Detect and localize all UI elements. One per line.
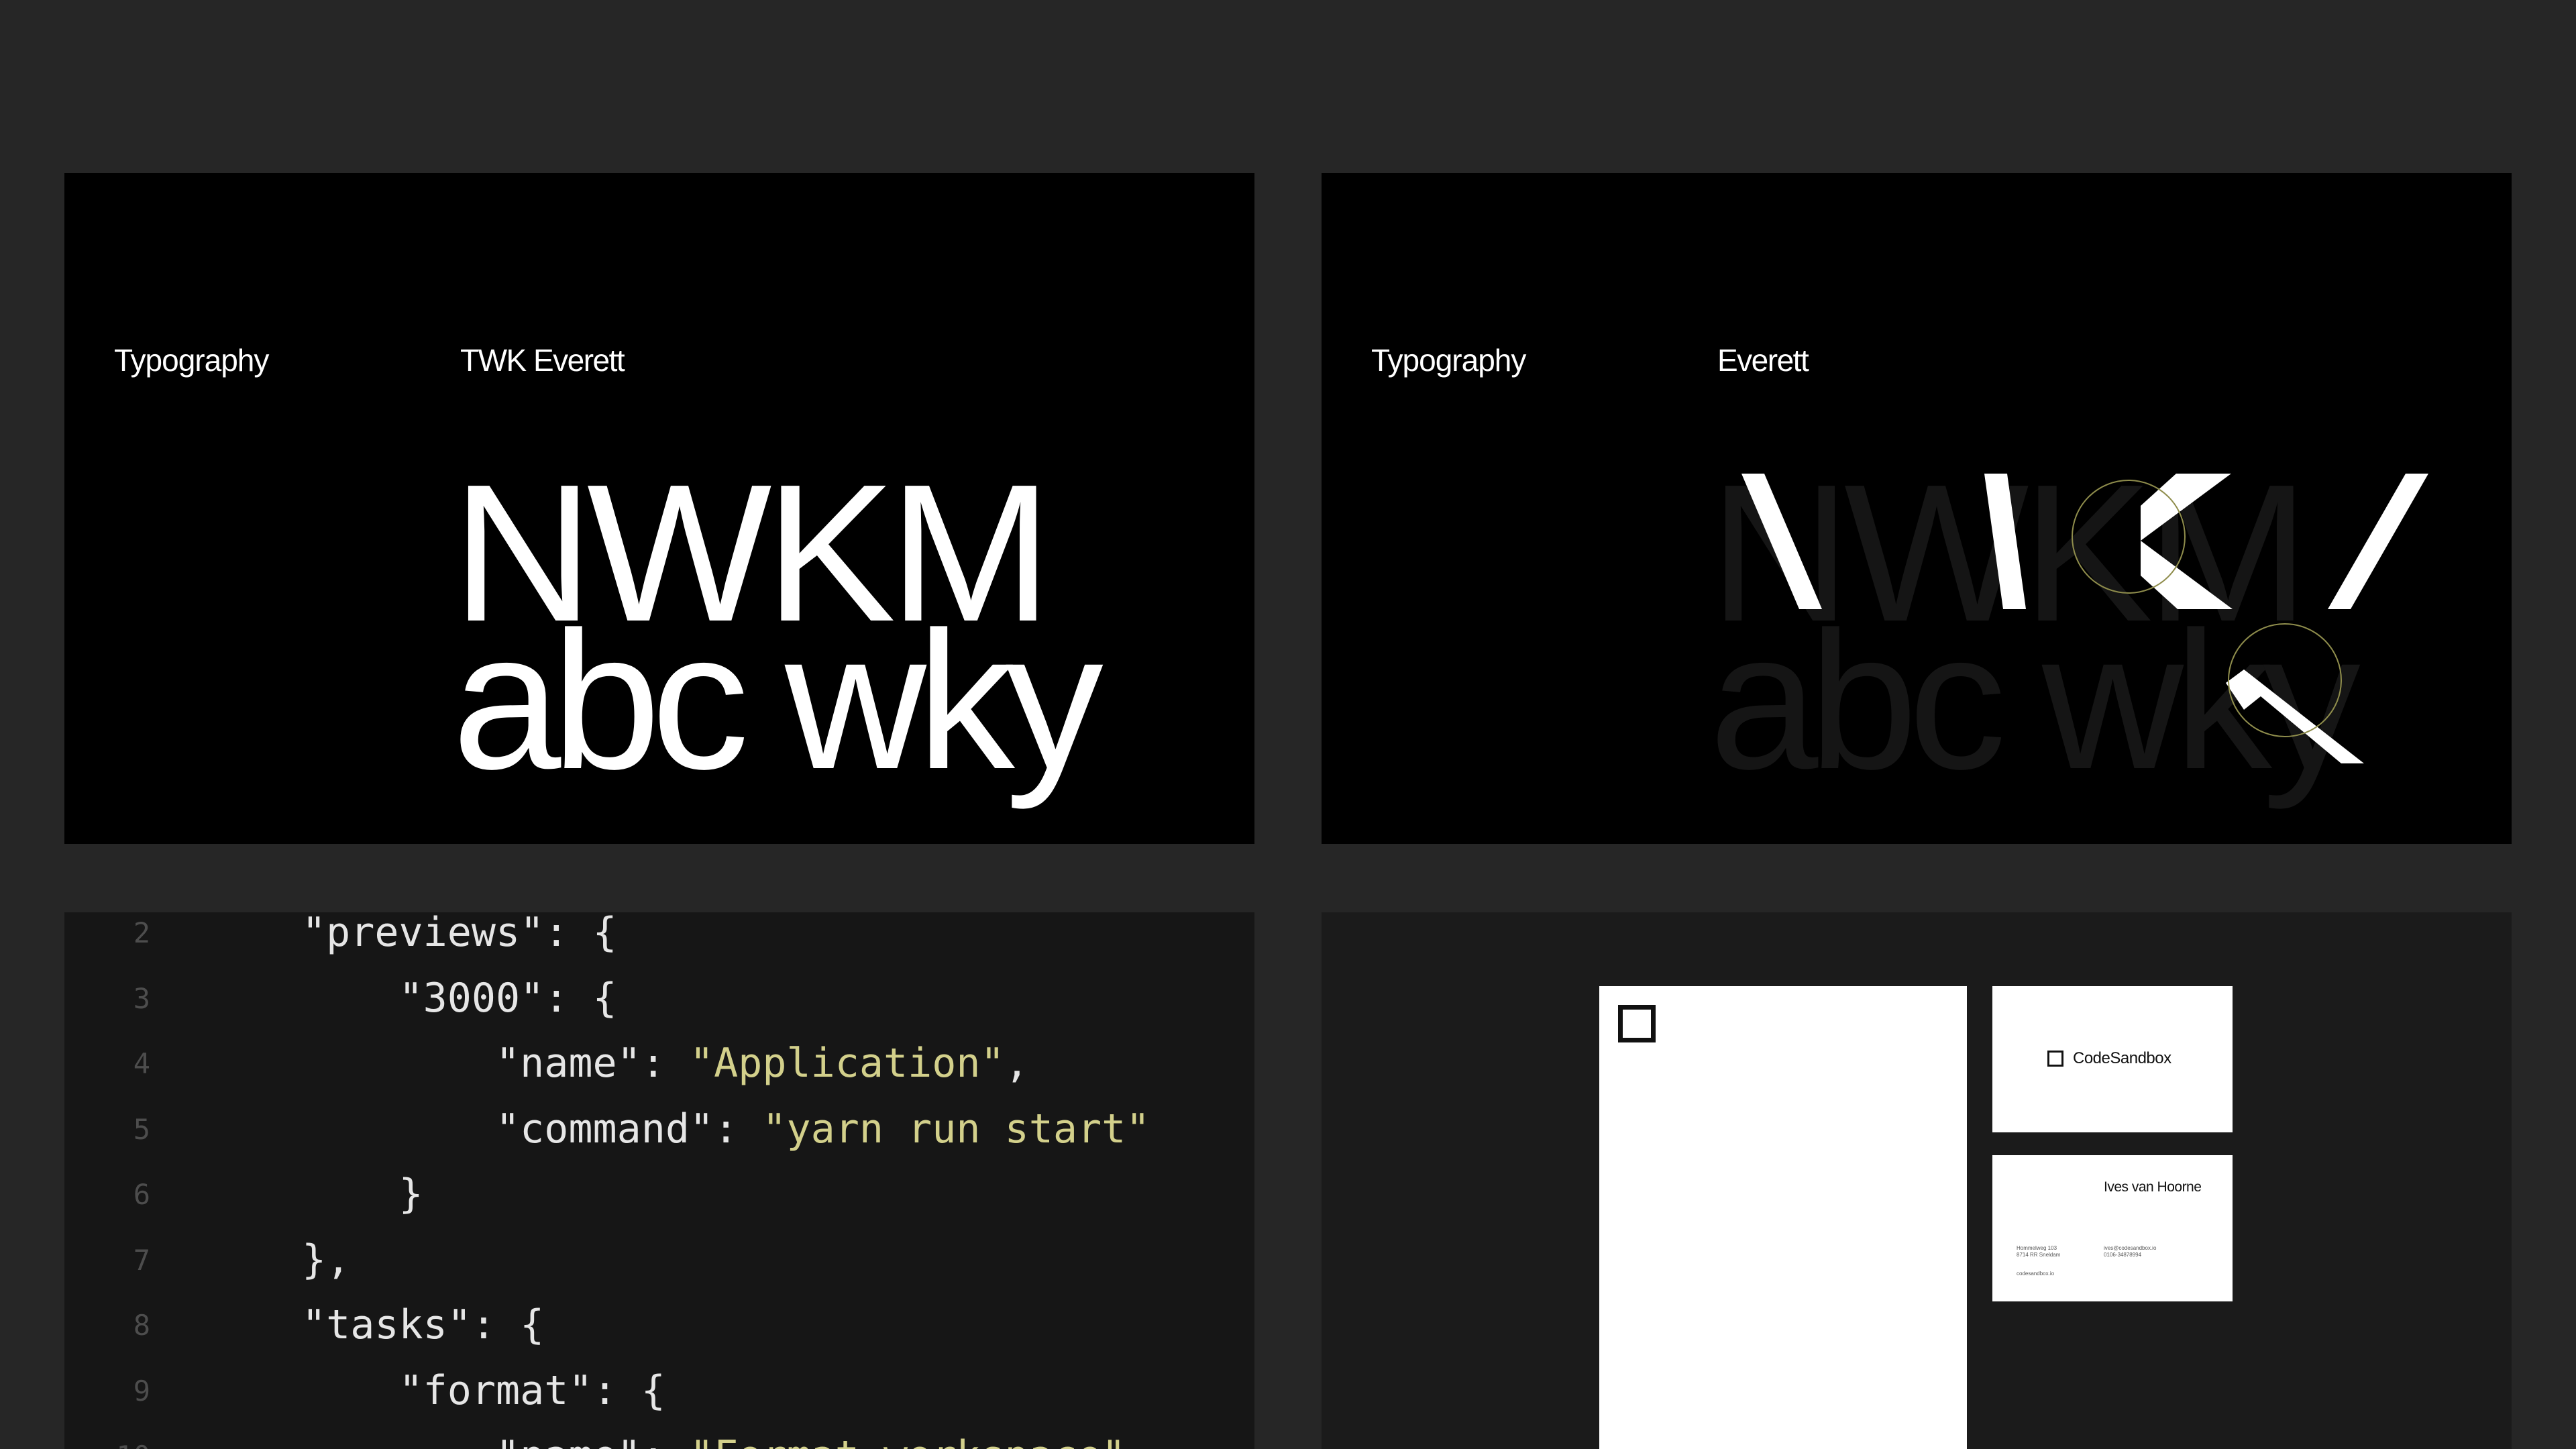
code-text: "previews": { xyxy=(302,912,617,966)
line-number: 7 xyxy=(133,1243,150,1277)
card-person-name: Ives van Hoorne xyxy=(2104,1179,2202,1195)
code-token: "command": xyxy=(302,1105,763,1152)
code-text: "tasks": { xyxy=(302,1293,544,1358)
w-stroke xyxy=(1984,474,2026,609)
code-token: "3000": { xyxy=(302,974,617,1022)
card-contact: ives@codesandbox.io 0106-34878994 xyxy=(2104,1245,2157,1258)
code-token: }, xyxy=(302,1236,351,1283)
code-text: "3000": { xyxy=(302,966,617,1032)
logo-square-icon xyxy=(2047,1051,2063,1067)
code-token: "name": xyxy=(302,1040,690,1087)
code-editor-panel: 2 "previews": { 3 "3000": { 4 "name": "Appl… xyxy=(64,912,1254,1449)
line-number: 9 xyxy=(133,1374,150,1407)
m-stroke xyxy=(2328,474,2428,609)
n-diagonal-stroke xyxy=(1741,474,1822,609)
code-string: "yarn run start" xyxy=(762,1105,1150,1152)
line-number: 10 xyxy=(64,1424,150,1449)
code-token: "name": xyxy=(302,1432,690,1449)
k-arm-stroke xyxy=(2226,669,2364,763)
line-number: 2 xyxy=(133,916,150,949)
line-number: 5 xyxy=(133,1112,150,1146)
code-token: } xyxy=(302,1171,423,1218)
code-text: "name": "Format workspace" xyxy=(302,1424,1126,1449)
code-text: } xyxy=(302,1162,423,1228)
code-text: "name": "Application", xyxy=(302,1031,1029,1097)
code-token: "tasks": { xyxy=(302,1301,545,1348)
construction-circle xyxy=(2072,480,2186,594)
line-number: 3 xyxy=(133,981,150,1015)
code-string: "Application" xyxy=(689,1040,1005,1087)
code-token: , xyxy=(1004,1040,1029,1087)
code-text: "command": "yarn run start" xyxy=(302,1097,1150,1163)
brand-name: CodeSandbox xyxy=(2073,1049,2171,1067)
letterhead xyxy=(1599,986,1967,1449)
logo-square-icon xyxy=(1618,1005,1656,1042)
section-label: Typography xyxy=(114,343,269,378)
card-website: codesandbox.io xyxy=(2017,1271,2055,1277)
code-text: "format": { xyxy=(302,1358,665,1424)
glyph-construction-strokes xyxy=(1741,474,2428,763)
k-chevron-stroke xyxy=(2141,474,2233,609)
code-token: "previews": { xyxy=(302,912,617,956)
code-string: "Format workspace" xyxy=(690,1432,1126,1449)
business-card-front: CodeSandbox xyxy=(1992,986,2233,1132)
line-number: 6 xyxy=(133,1178,150,1211)
lowercase-specimen: abc wky xyxy=(452,591,1104,810)
stationery-panel: CodeSandbox Ives van Hoorne Hommelweg 10… xyxy=(1322,912,2512,1449)
business-card-back: Ives van Hoorne Hommelweg 103 8714 RR Sn… xyxy=(1992,1155,2233,1301)
code-text: }, xyxy=(302,1228,350,1293)
line-number: 4 xyxy=(133,1047,150,1080)
font-name: TWK Everett xyxy=(460,343,625,378)
typography-panel-twk-everett: Typography TWK Everett NWKM abc wky xyxy=(64,173,1254,844)
line-number: 8 xyxy=(133,1309,150,1342)
card-address: Hommelweg 103 8714 RR Sneldam xyxy=(2017,1245,2061,1258)
typography-panel-everett-construction: Typography Everett NWKM abc wky xyxy=(1322,173,2512,844)
code-token: "format": { xyxy=(302,1366,665,1414)
